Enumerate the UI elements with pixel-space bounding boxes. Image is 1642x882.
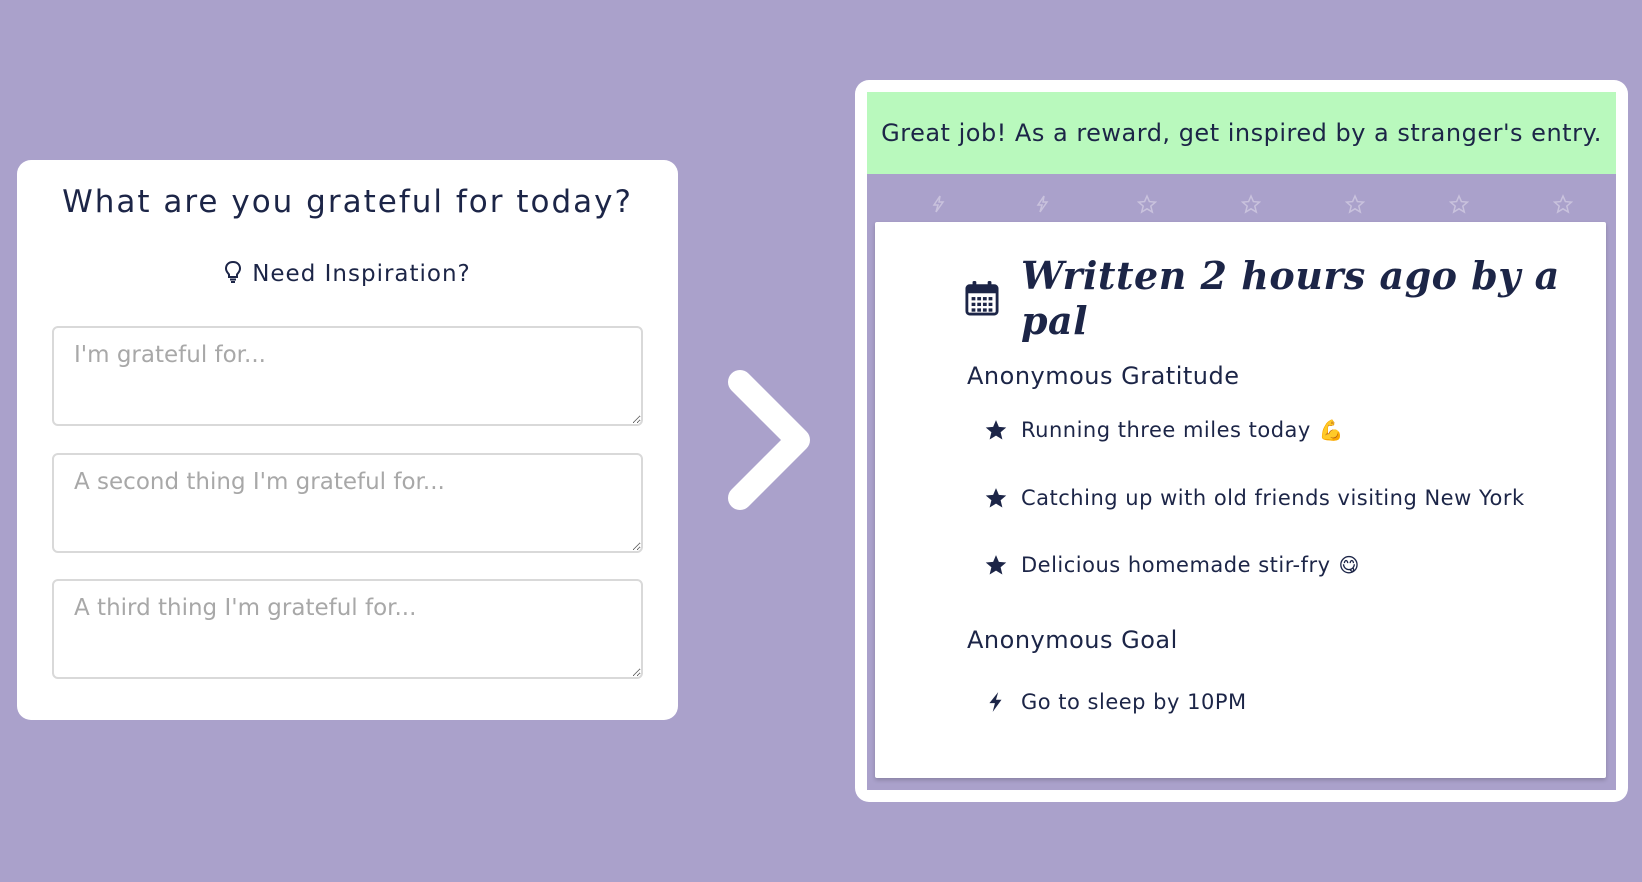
calendar-icon [965,281,999,316]
gratitude-item-text: Catching up with old friends visiting Ne… [1021,486,1525,510]
stranger-entry-card: Written 2 hours ago by a pal Anonymous G… [875,222,1606,778]
goal-item-text: Go to sleep by 10PM [1021,690,1247,714]
flexed-biceps-emoji: 💪 [1318,418,1345,442]
chevron-right-icon [718,370,818,510]
lightbulb-icon [224,260,242,290]
form-title: What are you grateful for today? [62,184,633,220]
entry-tabs [867,194,1616,218]
gratitude-heading: Anonymous Gratitude [967,362,1240,390]
star-icon [985,420,1007,440]
gratitude-item: Running three miles today 💪 [985,418,1344,442]
entry-heading: Written 2 hours ago by a pal [965,253,1606,343]
inspiration-panel: Great job! As a reward, get inspired by … [855,80,1628,802]
star-icon [985,488,1007,508]
goal-heading: Anonymous Goal [967,626,1178,654]
gratitude-form-card: What are you grateful for today? Need In… [17,160,678,720]
star-icon[interactable] [1553,194,1573,214]
star-icon[interactable] [1137,194,1157,214]
gratitude-field-1[interactable] [52,326,643,426]
entry-title: Written 2 hours ago by a pal [1020,253,1560,343]
gratitude-item-text: Running three miles today [1021,418,1311,442]
gratitude-field-2[interactable] [52,453,643,553]
star-icon[interactable] [1449,194,1469,214]
star-icon[interactable] [1345,194,1365,214]
inspiration-panel-inner: Great job! As a reward, get inspired by … [867,92,1616,790]
lightning-icon[interactable] [929,194,949,214]
gratitude-item: Delicious homemade stir-fry 😋 [985,553,1360,577]
lightning-icon [989,692,1002,712]
lightning-icon[interactable] [1033,194,1053,214]
gratitude-item: Catching up with old friends visiting Ne… [985,486,1525,510]
need-inspiration-label: Need Inspiration? [252,261,471,287]
yum-face-emoji: 😋 [1338,553,1360,577]
star-icon[interactable] [1241,194,1261,214]
star-icon [985,555,1007,575]
need-inspiration-link[interactable]: Need Inspiration? [17,260,678,290]
gratitude-field-3[interactable] [52,579,643,679]
gratitude-item-text: Delicious homemade stir-fry [1021,553,1331,577]
goal-item: Go to sleep by 10PM [985,690,1247,714]
reward-banner: Great job! As a reward, get inspired by … [867,92,1616,174]
